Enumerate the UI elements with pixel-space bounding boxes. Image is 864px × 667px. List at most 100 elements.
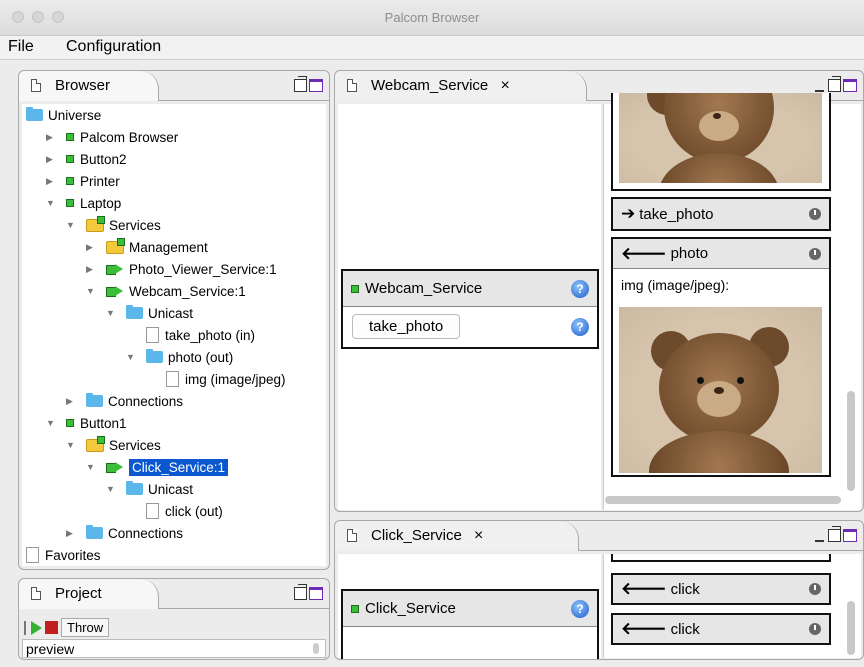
project-toolbar: Throw [24,618,110,637]
tree-item-label: Services [109,437,161,453]
window-title: Palcom Browser [384,10,480,25]
expand-arrow-icon[interactable]: ▶ [46,154,60,165]
collapse-arrow-icon[interactable]: ▼ [86,286,100,296]
clock-icon [809,623,821,635]
preview-field[interactable]: preview [22,639,326,658]
tree-row[interactable]: ▼ Laptop [46,192,121,214]
throw-button[interactable]: Throw [61,618,110,637]
tab-browser[interactable]: Browser [19,71,159,101]
collapse-arrow-icon[interactable]: ▼ [86,462,100,472]
tree-row[interactable]: ▼ Services [66,434,161,456]
tree-row[interactable]: Favorites [26,544,101,566]
tab-project-label: Project [55,585,102,602]
photo-command-box: 🡐 photo img (image/jpeg): [611,237,831,477]
collapse-arrow-icon[interactable]: ▼ [106,484,120,494]
grip-icon [24,620,26,635]
tree-row[interactable]: ▶ Photo_Viewer_Service:1 [86,258,277,280]
folder-icon [146,349,163,363]
tree-row[interactable]: ▶ Connections [66,522,183,544]
help-icon[interactable]: ? [571,279,589,298]
folder-icon [126,305,143,319]
restore-icon[interactable] [843,529,857,542]
collapse-arrow-icon[interactable]: ▼ [126,352,140,362]
tab-project[interactable]: Project [19,579,159,609]
take-photo-command-box[interactable]: ➔ take_photo [611,197,831,231]
tree-row[interactable]: ▼ Unicast [106,302,193,324]
collapse-arrow-icon[interactable]: ▼ [46,198,60,208]
tree-item-label: Laptop [80,195,122,211]
expand-arrow-icon[interactable]: ▶ [46,132,60,143]
expand-arrow-icon[interactable]: ▶ [86,242,100,253]
document-icon [347,529,357,542]
restore-icon[interactable] [309,79,323,92]
maximize-icon[interactable] [828,76,841,92]
device-icon [66,177,74,185]
webcam-service-header: Webcam_Service ? [343,271,597,307]
tree-row[interactable]: take_photo (in) [126,324,255,346]
vertical-scrollbar[interactable] [847,601,855,655]
maximize-icon[interactable] [828,526,841,542]
collapse-arrow-icon[interactable]: ▼ [66,220,80,230]
collapse-arrow-icon[interactable]: ▼ [66,440,80,450]
tree-row[interactable]: img (image/jpeg) [146,368,286,390]
preview-scroll-thumb[interactable] [313,643,319,654]
arrow-right-icon: ➔ [621,204,636,223]
expand-arrow-icon[interactable]: ▶ [66,396,80,407]
tree-row[interactable]: ▼ Click_Service:1 [86,456,229,478]
click-command-box-2[interactable]: 🡐 click [611,613,831,645]
photo-command[interactable]: 🡐 photo [613,239,829,269]
tab-click-service[interactable]: Click_Service × [335,521,579,551]
device-icon [66,155,74,163]
tree-row[interactable]: Universe [26,104,101,126]
maximize-icon[interactable] [294,584,307,600]
close-tab-icon[interactable]: × [474,527,483,544]
collapse-arrow-icon[interactable]: ▼ [46,418,60,428]
expand-arrow-icon[interactable]: ▶ [46,176,60,187]
tree-row[interactable]: ▼ Button1 [46,412,127,434]
open-folder-icon [106,237,125,254]
expand-arrow-icon[interactable]: ▶ [66,528,80,539]
tree-row[interactable]: ▶ Management [86,236,208,258]
vertical-scrollbar[interactable] [847,391,855,491]
minimize-icon[interactable] [815,539,824,542]
menu-configuration[interactable]: Configuration [66,38,161,56]
minimize-icon[interactable] [815,89,824,92]
help-icon[interactable]: ? [571,318,589,336]
expand-arrow-icon[interactable]: ▶ [86,264,100,275]
img-label: img (image/jpeg): [621,277,730,293]
tree-row[interactable]: ▼ Services [66,214,161,236]
help-icon[interactable]: ? [571,599,589,618]
click-command-label: click [670,620,700,638]
menu-file[interactable]: File [8,38,34,56]
tree-item-label: Unicast [148,481,194,497]
collapse-arrow-icon[interactable]: ▼ [106,308,120,318]
stop-icon[interactable] [45,621,58,634]
tree-row[interactable]: ▼ photo (out) [126,346,233,368]
project-window-controls [294,584,323,600]
horizontal-scrollbar[interactable] [605,496,841,504]
click-service-title: Click_Service [365,600,456,617]
tree-row[interactable]: ▶ Printer [46,170,120,192]
previous-photo-box [611,93,831,191]
tree-row[interactable]: ▼ Unicast [106,478,193,500]
folder-icon [86,393,103,407]
tree-item-label: Button1 [80,415,127,431]
restore-icon[interactable] [309,587,323,600]
document-icon [146,327,159,343]
tree-row[interactable]: ▶ Button2 [46,148,127,170]
click-command-box-1[interactable]: 🡐 click [611,573,831,605]
close-tab-icon[interactable]: × [500,77,509,94]
maximize-icon[interactable] [294,76,307,92]
take-photo-button[interactable]: take_photo [352,314,461,339]
tree-row[interactable]: ▼ Webcam_Service:1 [86,280,246,302]
tree-row[interactable]: ▶ Palcom Browser [46,126,178,148]
service-icon [106,285,124,297]
tree-row[interactable]: click (out) [126,500,223,522]
tree-row[interactable]: ▶ Connections [66,390,183,412]
device-icon [66,419,74,427]
clock-icon [809,208,821,220]
play-icon[interactable] [31,620,42,635]
restore-icon[interactable] [843,79,857,92]
tree-item-label: Button2 [80,151,127,167]
tab-webcam-service[interactable]: Webcam_Service × [335,71,587,101]
